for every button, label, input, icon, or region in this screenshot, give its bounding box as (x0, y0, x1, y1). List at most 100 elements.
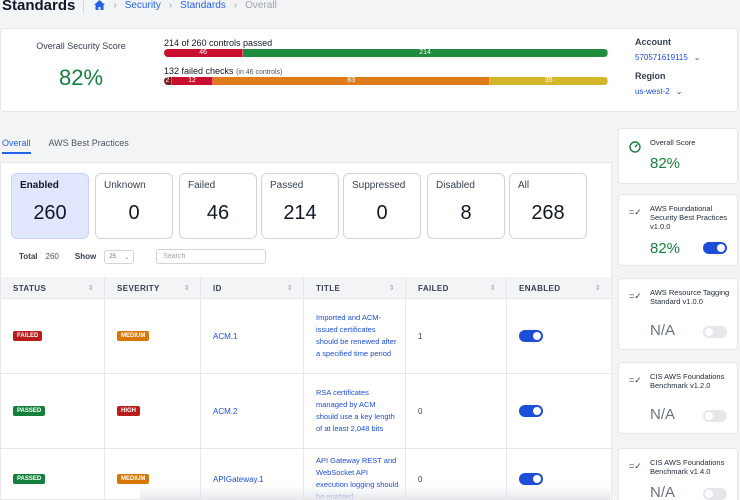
sort-icon: ⇕ (594, 285, 601, 292)
enabled-cell (507, 299, 611, 373)
status-cell: PASSED (1, 374, 105, 448)
page-title: Standards (2, 0, 76, 14)
count-card-unknown[interactable]: Unknown 0 (95, 173, 173, 239)
sidebar-card-overall-score[interactable]: Overall Score 82% (618, 128, 738, 184)
control-id-link[interactable]: ACM.1 (213, 332, 237, 341)
checklist-icon: =✓ (629, 291, 642, 301)
tab-overall[interactable]: Overall (2, 134, 31, 154)
sidebar-card-value: 82% (650, 240, 681, 257)
control-id-link[interactable]: APIGateway.1 (213, 475, 264, 484)
controls-passed-block: 214 of 260 controls passed 46 214 (164, 38, 608, 57)
breadcrumb: › Security › Standards › Overall (94, 0, 277, 11)
total-value: 260 (45, 252, 59, 261)
controls-panel: Enabled 260 Unknown 0 Failed 46 Passed 2… (0, 162, 612, 500)
tab-aws-best-practices[interactable]: AWS Best Practices (49, 134, 129, 154)
column-header-status[interactable]: STATUS ⇕ (1, 277, 105, 298)
home-icon[interactable] (94, 0, 106, 10)
security-score-label: Overall Security Score (36, 41, 126, 51)
column-header-label: FAILED (418, 284, 449, 293)
count-label: Unknown (104, 180, 146, 191)
column-header-label: ID (213, 284, 222, 293)
table-row[interactable]: PASSED HIGH ACM.2 RSA certificates manag… (1, 374, 611, 449)
count-value: 0 (376, 202, 388, 224)
standard-enabled-toggle[interactable] (703, 488, 727, 500)
sidebar-card-cis-v1-4[interactable]: =✓ CIS AWS Foundations Benchmark v1.4.0 … (618, 448, 738, 500)
total-label: Total (19, 252, 38, 261)
failed-checks-label: 132 failed checks (164, 66, 234, 76)
control-title-link[interactable]: Imported and ACM-issued certificates sho… (304, 299, 406, 373)
security-score-value: 82% (58, 65, 104, 90)
enabled-toggle[interactable] (519, 405, 543, 417)
severity-cell: HIGH (105, 374, 201, 448)
sidebar-card-aws-foundational[interactable]: =✓ AWS Foundational Security Best Practi… (618, 194, 738, 266)
standard-enabled-toggle[interactable] (703, 410, 727, 422)
checklist-icon: =✓ (629, 207, 642, 217)
table-header: STATUS ⇕ SEVERITY ⇕ ID ⇕ TITLE ⇕ FAILED ⇕ ENA… (1, 277, 611, 299)
count-label: Failed (188, 180, 216, 191)
count-card-suppressed[interactable]: Suppressed 0 (343, 173, 421, 239)
control-id-link[interactable]: ACM.2 (213, 407, 237, 416)
column-header-label: TITLE (316, 284, 341, 293)
controls-passed-title: 214 of 260 controls passed (164, 38, 273, 48)
severity-badge: MEDIUM (117, 331, 150, 341)
column-header-failed[interactable]: FAILED ⇕ (406, 277, 507, 298)
scroll-fade (140, 486, 610, 500)
region-dropdown[interactable]: us-west-2 ⌄ (635, 87, 682, 96)
search-input[interactable]: Search (156, 249, 267, 264)
page-size-select[interactable]: 25 ⌄ (104, 249, 135, 264)
id-cell: ACM.1 (201, 299, 304, 373)
count-card-passed[interactable]: Passed 214 (261, 173, 339, 239)
sidebar-card-value: N/A (650, 406, 676, 423)
region-label: Region (635, 71, 666, 81)
account-dropdown[interactable]: 570571619115 ⌄ (635, 53, 701, 62)
sidebar-card-title: AWS Resource Tagging Standard v1.0.0 (650, 288, 730, 306)
checks-bar-segment: 12 (172, 77, 213, 85)
sidebar-card-value: 82% (650, 155, 681, 172)
chevron-right-icon: › (113, 0, 117, 11)
region-selector: Region us-west-2 ⌄ (635, 71, 682, 96)
count-card-disabled[interactable]: Disabled 8 (427, 173, 505, 239)
status-badge: PASSED (13, 474, 46, 484)
failed-count: 1 (406, 299, 507, 373)
sidebar-card-title: AWS Foundational Security Best Practices… (650, 204, 728, 231)
status-badge: FAILED (13, 331, 43, 341)
enabled-cell (507, 374, 611, 448)
chevron-down-icon: ⌄ (124, 254, 130, 261)
count-card-enabled[interactable]: Enabled 260 (11, 173, 89, 239)
count-label: Disabled (436, 180, 475, 191)
enabled-toggle[interactable] (519, 473, 543, 485)
enabled-toggle[interactable] (519, 330, 543, 342)
sort-icon: ⇕ (87, 285, 94, 292)
status-cell: FAILED (1, 299, 105, 373)
checks-bar-segment: 35 (490, 77, 608, 85)
count-value: 0 (128, 202, 140, 224)
count-value: 46 (206, 202, 230, 224)
controls-table: STATUS ⇕ SEVERITY ⇕ ID ⇕ TITLE ⇕ FAILED ⇕ ENA… (1, 277, 611, 500)
breadcrumb-standards[interactable]: Standards (180, 0, 226, 11)
count-value: 214 (283, 202, 317, 224)
table-controls: Total 260 Show 25 ⌄ Search (19, 249, 267, 264)
count-label: Passed (270, 180, 304, 191)
sidebar-card-cis-v1-2[interactable]: =✓ CIS AWS Foundations Benchmark v1.2.0 … (618, 362, 738, 434)
standard-enabled-toggle[interactable] (703, 242, 727, 254)
column-header-title[interactable]: TITLE ⇕ (304, 277, 406, 298)
region-value: us-west-2 (635, 87, 670, 96)
table-row[interactable]: FAILED MEDIUM ACM.1 Imported and ACM-iss… (1, 299, 611, 374)
control-title-link[interactable]: RSA certificates managed by ACM should u… (304, 374, 406, 448)
column-header-id[interactable]: ID ⇕ (201, 277, 304, 298)
count-value: 268 (531, 202, 565, 224)
chevron-down-icon: ⌄ (693, 53, 701, 62)
status-cell: PASSED (1, 449, 105, 500)
standard-enabled-toggle[interactable] (703, 326, 727, 338)
failed-checks-block: 132 failed checks (in 46 controls) 2 12 83… (164, 66, 608, 85)
count-label: All (518, 180, 530, 191)
column-header-label: STATUS (13, 284, 47, 293)
sidebar-card-resource-tagging[interactable]: =✓ AWS Resource Tagging Standard v1.0.0 … (618, 278, 738, 350)
breadcrumb-security[interactable]: Security (125, 0, 161, 11)
id-cell: ACM.2 (201, 374, 304, 448)
count-card-failed[interactable]: Failed 46 (179, 173, 257, 239)
column-header-severity[interactable]: SEVERITY ⇕ (105, 277, 201, 298)
column-header-enabled[interactable]: ENABLED ⇕ (507, 277, 611, 298)
count-card-all[interactable]: All 268 (509, 173, 587, 239)
account-value: 570571619115 (635, 53, 688, 62)
